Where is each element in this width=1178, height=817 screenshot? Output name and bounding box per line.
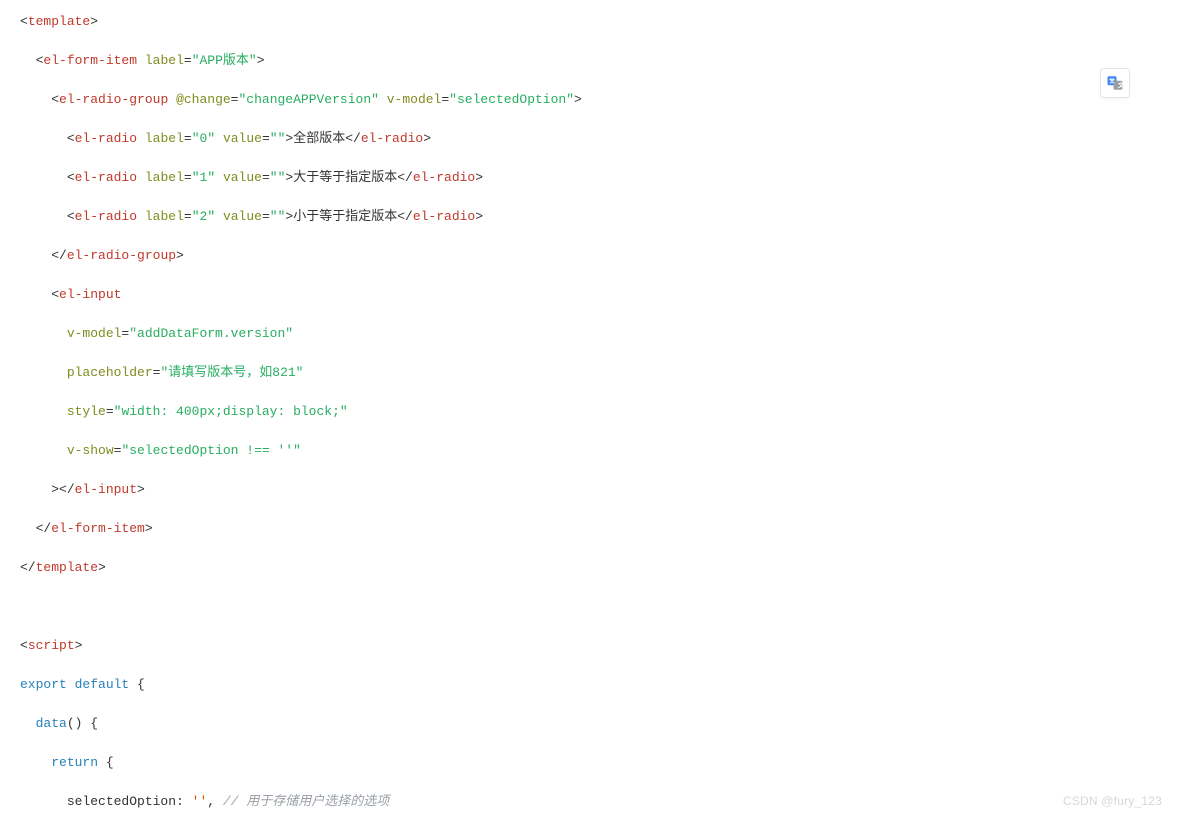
- radio-text-2: 小于等于指定版本: [293, 209, 397, 224]
- radio-text-0: 全部版本: [293, 131, 345, 146]
- radio-text-1: 大于等于指定版本: [293, 170, 397, 185]
- code-block: <template> <el-form-item label="APP版本"> …: [0, 0, 1178, 817]
- translate-icon[interactable]: 文: [1100, 68, 1130, 98]
- form-item-label: APP版本: [200, 53, 249, 68]
- code-pre: <template> <el-form-item label="APP版本"> …: [20, 12, 1158, 817]
- watermark: CSDN @fury_123: [1063, 792, 1162, 812]
- data-comment: 用于存储用户选择的选项: [246, 794, 389, 809]
